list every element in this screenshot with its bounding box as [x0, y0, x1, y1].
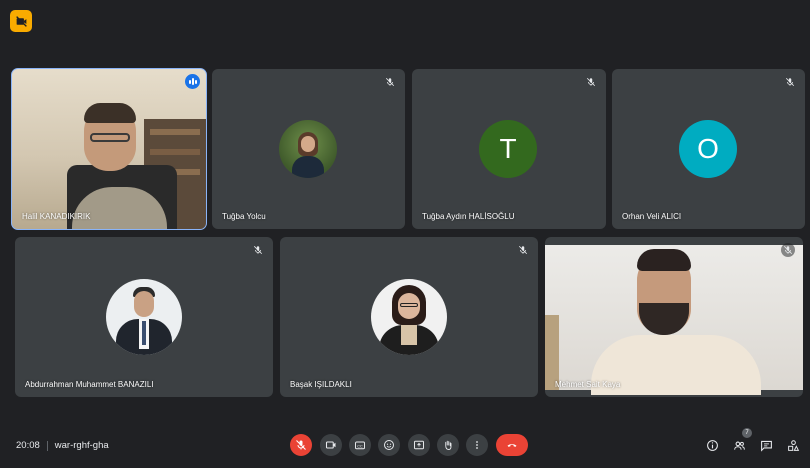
- hangup-icon: [507, 444, 517, 447]
- mic-off-icon: [296, 440, 306, 450]
- participant-tile-tugba-yolcu[interactable]: Tuğba Yolcu: [212, 69, 405, 229]
- participant-tile-basak[interactable]: Başak IŞILDAKLI: [280, 237, 538, 397]
- participant-name: Mehmet Sait Kaya: [555, 380, 621, 389]
- avatar-letter: T: [479, 120, 537, 178]
- people-icon: [733, 441, 745, 450]
- svg-text:CC: CC: [357, 444, 363, 448]
- video-feed: [12, 69, 206, 229]
- captions-button[interactable]: CC: [349, 434, 371, 456]
- activities-button[interactable]: [784, 436, 802, 454]
- mic-off-icon: [383, 75, 397, 89]
- no-camera-badge-icon: [10, 10, 32, 32]
- present-button[interactable]: [408, 434, 430, 456]
- emoji-reaction-button[interactable]: [378, 434, 400, 456]
- chat-icon: [760, 440, 772, 452]
- raise-hand-button[interactable]: [437, 434, 459, 456]
- info-icon: [706, 439, 718, 451]
- meeting-details-button[interactable]: [703, 436, 721, 454]
- participant-name: Tuğba Yolcu: [222, 212, 266, 221]
- avatar-photo: [106, 279, 182, 355]
- mic-off-icon: [251, 243, 265, 257]
- participant-tile-abdurrahman[interactable]: Abdurrahman Muhammet BANAZILI: [15, 237, 273, 397]
- meeting-time: 20:08: [16, 440, 40, 451]
- divider: [46, 440, 48, 451]
- mic-toggle-button[interactable]: [290, 434, 312, 456]
- participant-name: Tuğba Aydın HALİSOĞLU: [422, 212, 515, 221]
- video-feed: [545, 245, 803, 395]
- people-button[interactable]: [730, 436, 748, 454]
- meeting-info: 20:08 war-rghf-gha: [16, 440, 109, 451]
- participant-name: Başak IŞILDAKLI: [290, 380, 352, 389]
- participant-tile-mehmet[interactable]: Mehmet Sait Kaya: [545, 237, 803, 397]
- chat-button[interactable]: [757, 436, 775, 454]
- mic-off-icon: [584, 75, 598, 89]
- camera-toggle-button[interactable]: [320, 434, 342, 456]
- avatar-photo: [371, 279, 447, 355]
- present-icon: [414, 440, 424, 450]
- camera-icon: [325, 441, 336, 449]
- more-options-button[interactable]: [466, 434, 488, 456]
- avatar-letter: O: [679, 120, 737, 178]
- mic-off-icon: [781, 243, 795, 257]
- participant-name: Halil KANADIKIRIK: [22, 212, 91, 221]
- activities-icon: [787, 439, 799, 451]
- raise-hand-icon: [445, 440, 452, 450]
- more-icon: [476, 441, 478, 449]
- leave-call-button[interactable]: [496, 434, 528, 456]
- participant-tile-tugba-aydin[interactable]: T Tuğba Aydın HALİSOĞLU: [412, 69, 606, 229]
- meeting-code[interactable]: war-rghf-gha: [55, 440, 109, 451]
- participant-name: Orhan Veli ALICI: [622, 212, 682, 221]
- emoji-icon: [384, 440, 394, 450]
- bottom-toolbar: 20:08 war-rghf-gha CC 7: [0, 420, 810, 468]
- participant-tile-orhan[interactable]: O Orhan Veli ALICI: [612, 69, 805, 229]
- avatar-photo: [279, 120, 337, 178]
- speaking-indicator-icon: [185, 74, 200, 89]
- mic-off-icon: [783, 75, 797, 89]
- participant-tile-halil[interactable]: Halil KANADIKIRIK: [11, 68, 207, 230]
- captions-icon: CC: [355, 441, 365, 450]
- participant-name: Abdurrahman Muhammet BANAZILI: [25, 380, 154, 389]
- mic-off-icon: [516, 243, 530, 257]
